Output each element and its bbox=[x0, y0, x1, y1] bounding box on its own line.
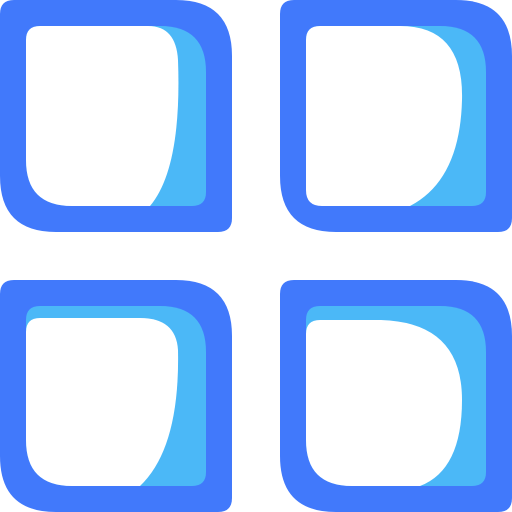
grid-menu-svg bbox=[0, 0, 512, 512]
tile-top-right-icon bbox=[280, 0, 512, 232]
grid-menu-icon bbox=[0, 0, 512, 512]
tile-top-left-icon bbox=[0, 0, 232, 232]
tile-bottom-right-icon bbox=[280, 280, 512, 512]
tile-bottom-left-icon bbox=[0, 280, 232, 512]
